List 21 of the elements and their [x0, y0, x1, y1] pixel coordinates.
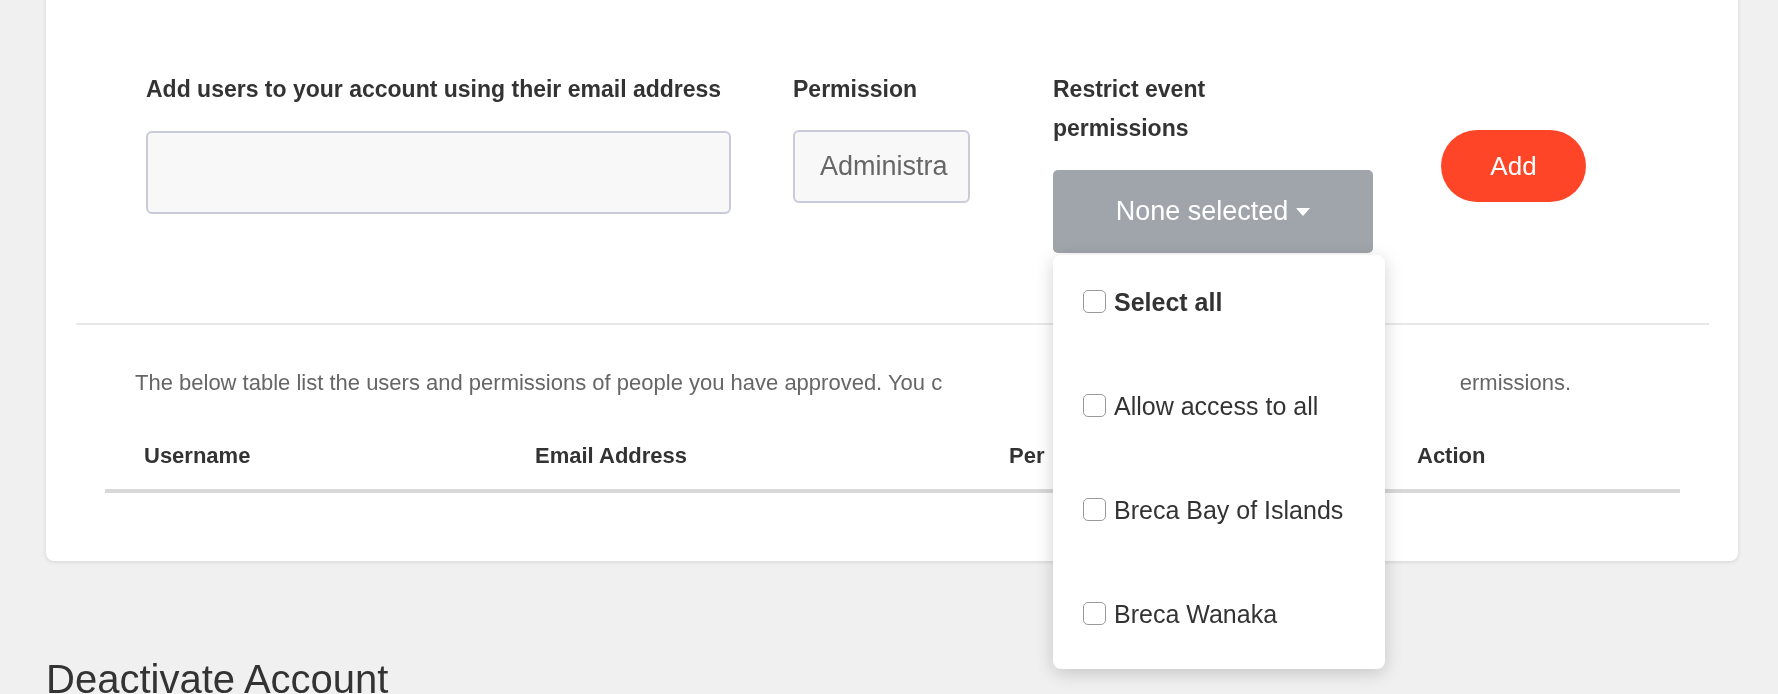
checkbox[interactable] — [1083, 602, 1106, 625]
description-text: ermissions. — [1459, 369, 1571, 397]
field-label: Permission — [793, 75, 917, 104]
section-heading: Deactivate Account — [46, 657, 390, 694]
caret-icon — [1296, 207, 1311, 216]
option-label[interactable]: Breca Wanaka — [1114, 592, 1278, 636]
checkbox[interactable] — [1083, 394, 1106, 417]
option-label[interactable]: Allow access to all — [1114, 384, 1319, 428]
field-label: Restrict event permissions — [1053, 75, 1207, 143]
checkbox[interactable] — [1083, 290, 1106, 313]
email-field[interactable] — [146, 131, 731, 214]
option-label[interactable]: Breca Bay of Islands — [1114, 488, 1344, 532]
column-header: Username — [143, 442, 252, 470]
column-header: Action — [1416, 442, 1487, 470]
column-header: Email Address — [534, 442, 689, 470]
permission-select[interactable]: Administra — [793, 130, 970, 203]
option-label[interactable]: Select all — [1114, 280, 1223, 324]
description-text: The below table list the users and permissions of people you have approved. You c — [135, 369, 943, 397]
checkbox[interactable] — [1083, 498, 1106, 521]
field-label: Add users to your account using their email address — [146, 75, 722, 104]
column-header: Per — [1008, 442, 1046, 470]
